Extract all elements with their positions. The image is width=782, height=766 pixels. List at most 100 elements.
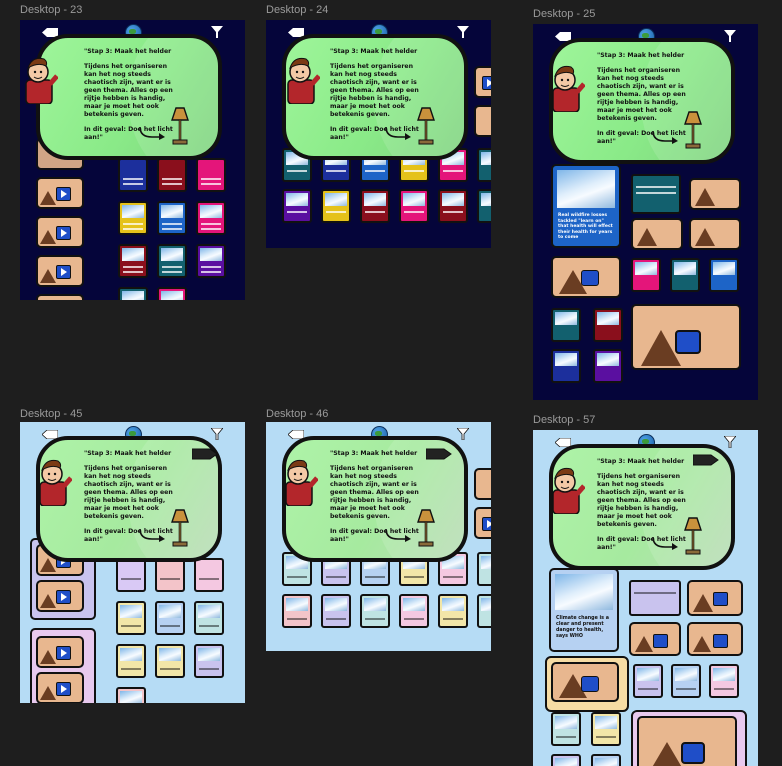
video-card[interactable] <box>631 218 683 250</box>
video-card[interactable] <box>687 622 743 656</box>
video-card[interactable] <box>687 580 743 616</box>
article-tile[interactable] <box>155 601 185 635</box>
play-icon[interactable] <box>56 646 71 660</box>
video-card[interactable] <box>36 216 84 248</box>
frame-desktop-23[interactable]: "Stap 3: Maak het helder Tijdens het org… <box>20 20 245 300</box>
article-tile[interactable] <box>633 664 663 698</box>
article-tile[interactable] <box>477 148 491 182</box>
play-icon[interactable] <box>581 270 599 286</box>
play-icon[interactable] <box>675 330 701 354</box>
article-tile[interactable] <box>155 644 185 678</box>
video-card[interactable] <box>36 636 84 668</box>
video-card[interactable] <box>551 662 619 702</box>
article-tile[interactable] <box>551 712 581 746</box>
article-tile[interactable] <box>196 244 226 278</box>
article-tile[interactable] <box>591 712 621 746</box>
article-tile[interactable] <box>477 594 491 628</box>
play-icon[interactable] <box>482 517 491 531</box>
article-tile[interactable] <box>157 201 187 235</box>
article-tile[interactable] <box>551 349 581 383</box>
article-tile[interactable] <box>194 644 224 678</box>
article-tile[interactable] <box>116 558 146 592</box>
article-tile[interactable] <box>194 601 224 635</box>
video-card-large[interactable] <box>631 304 741 370</box>
video-card-large[interactable] <box>637 716 737 766</box>
video-card[interactable] <box>689 178 741 210</box>
video-card[interactable] <box>474 468 491 500</box>
article-tile[interactable] <box>360 594 390 628</box>
funnel-icon[interactable] <box>724 436 736 448</box>
video-card[interactable] <box>629 622 681 656</box>
article-tile[interactable] <box>360 189 390 223</box>
article-tile[interactable] <box>631 174 681 214</box>
video-card[interactable] <box>551 256 621 298</box>
article-tile[interactable] <box>118 158 148 192</box>
video-card[interactable] <box>474 507 491 539</box>
article-tile[interactable] <box>438 189 468 223</box>
frame-label-desktop-23[interactable]: Desktop - 23 <box>20 4 82 16</box>
play-icon[interactable] <box>713 634 728 648</box>
video-card[interactable] <box>36 672 84 703</box>
play-icon[interactable] <box>56 226 71 240</box>
play-icon[interactable] <box>653 634 668 648</box>
article-tile[interactable] <box>282 189 312 223</box>
article-tile[interactable] <box>118 287 148 300</box>
article-tile[interactable] <box>631 258 661 292</box>
play-icon[interactable] <box>581 676 599 692</box>
article-tile[interactable] <box>118 244 148 278</box>
article-tile[interactable] <box>477 189 491 223</box>
video-card[interactable] <box>36 294 84 300</box>
play-icon[interactable] <box>56 682 71 696</box>
play-icon[interactable] <box>713 592 728 606</box>
article-tile[interactable] <box>709 258 739 292</box>
article-tile[interactable] <box>629 580 681 616</box>
article-tile[interactable] <box>477 552 491 586</box>
play-icon[interactable] <box>482 76 491 90</box>
frame-label-desktop-45[interactable]: Desktop - 45 <box>20 408 82 420</box>
article-tile[interactable] <box>321 189 351 223</box>
video-card[interactable] <box>36 580 84 612</box>
article-tile[interactable] <box>118 201 148 235</box>
article-tile[interactable] <box>321 594 351 628</box>
article-tile[interactable] <box>116 644 146 678</box>
frame-label-desktop-57[interactable]: Desktop - 57 <box>533 414 595 426</box>
video-card[interactable] <box>474 66 491 98</box>
article-tile[interactable] <box>399 189 429 223</box>
play-icon[interactable] <box>56 590 71 604</box>
article-tile[interactable] <box>709 664 739 698</box>
article-tile[interactable] <box>438 594 468 628</box>
frame-label-desktop-24[interactable]: Desktop - 24 <box>266 4 328 16</box>
article-tile[interactable] <box>157 244 187 278</box>
article-tile[interactable] <box>116 601 146 635</box>
frame-desktop-57[interactable]: Climate change is a clear and present da… <box>533 430 758 766</box>
funnel-icon[interactable] <box>211 428 223 440</box>
article-tile[interactable] <box>155 558 185 592</box>
article-tile[interactable] <box>157 287 187 300</box>
frame-label-desktop-46[interactable]: Desktop - 46 <box>266 408 328 420</box>
frame-label-desktop-25[interactable]: Desktop - 25 <box>533 8 595 20</box>
article-tile[interactable] <box>593 349 623 383</box>
article-card-large[interactable]: Climate change is a clear and present da… <box>549 568 619 652</box>
article-tile[interactable] <box>670 258 700 292</box>
funnel-icon[interactable] <box>724 30 736 42</box>
article-tile[interactable] <box>551 754 581 766</box>
article-tile[interactable] <box>551 308 581 342</box>
article-tile[interactable] <box>194 558 224 592</box>
video-card[interactable] <box>474 105 491 137</box>
article-tile[interactable] <box>593 308 623 342</box>
frame-desktop-46[interactable]: "Stap 3: Maak het helder Tijdens het org… <box>266 422 491 651</box>
funnel-icon[interactable] <box>457 428 469 440</box>
article-tile[interactable] <box>591 754 621 766</box>
video-card[interactable] <box>36 177 84 209</box>
article-tile[interactable] <box>157 158 187 192</box>
article-tile[interactable] <box>282 594 312 628</box>
play-icon[interactable] <box>56 187 71 201</box>
funnel-icon[interactable] <box>211 26 223 38</box>
frame-desktop-25[interactable]: Real wildfire losses tackled "learn on" … <box>533 24 758 400</box>
funnel-icon[interactable] <box>457 26 469 38</box>
play-icon[interactable] <box>681 742 705 764</box>
video-card[interactable] <box>689 218 741 250</box>
article-card-large[interactable]: Real wildfire losses tackled "learn on" … <box>551 164 621 248</box>
article-tile[interactable] <box>196 158 226 192</box>
article-tile[interactable] <box>671 664 701 698</box>
